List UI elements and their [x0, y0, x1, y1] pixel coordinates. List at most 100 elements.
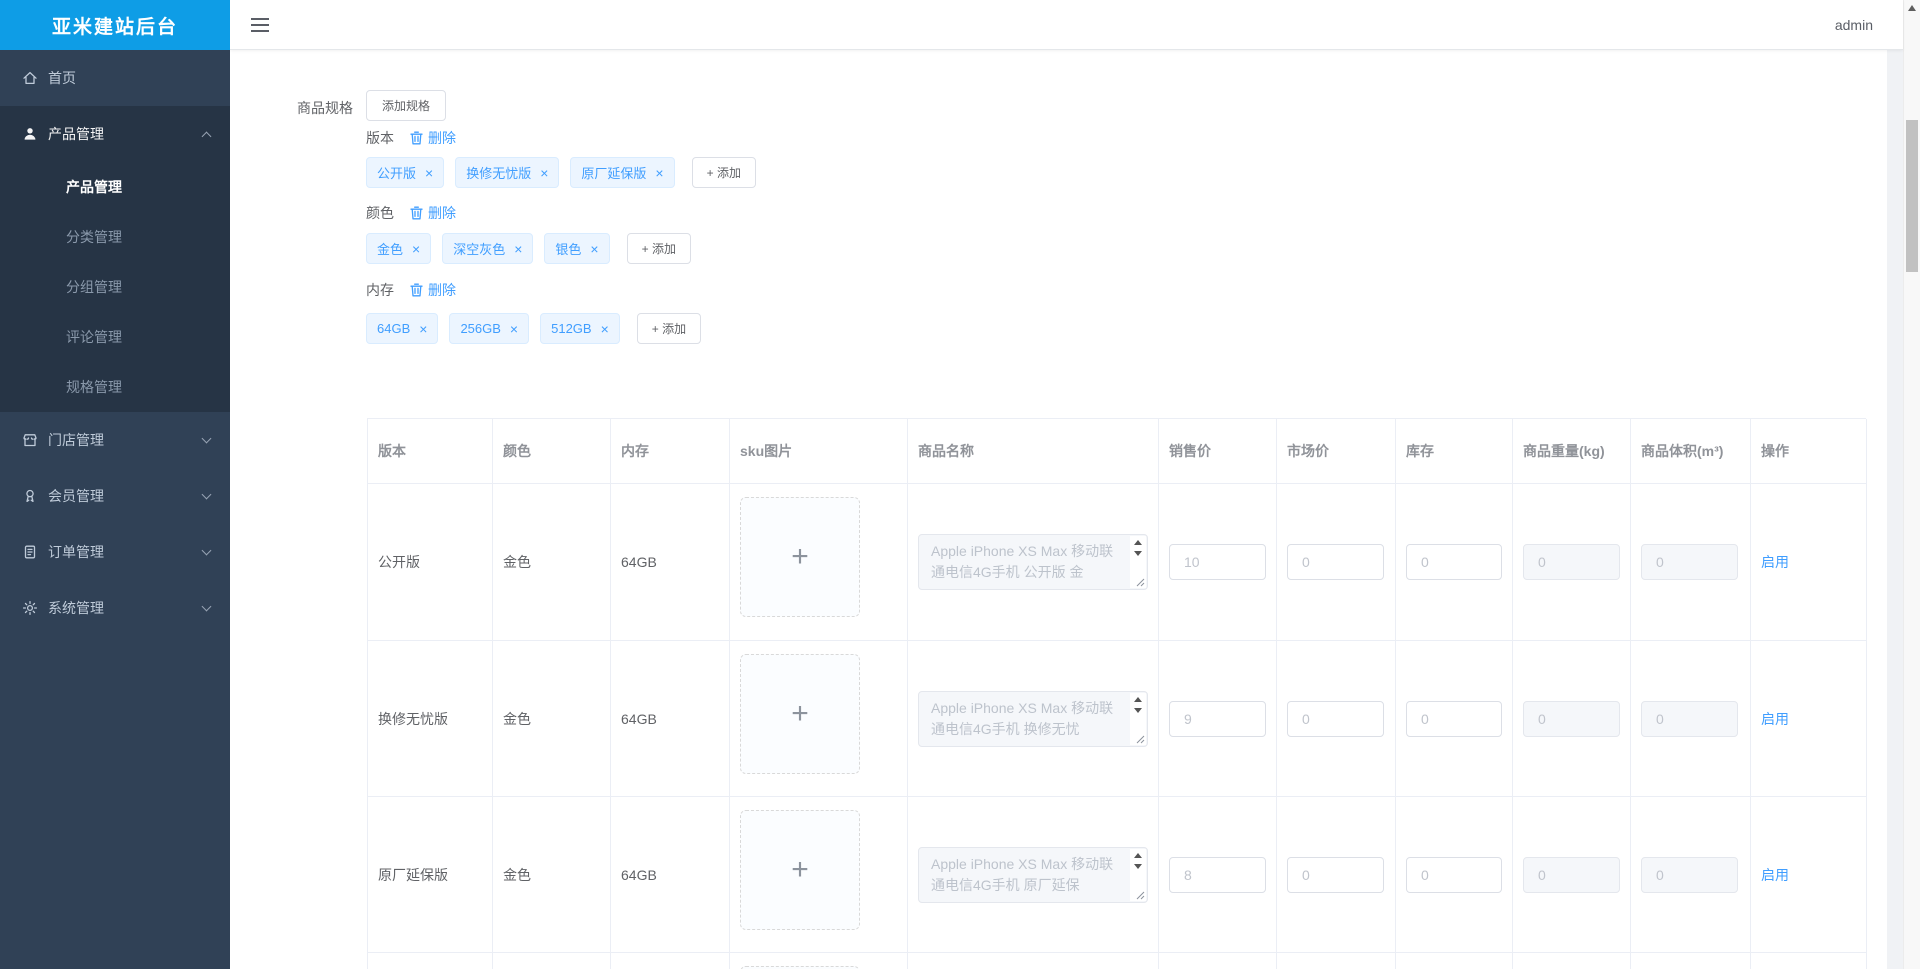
sidebar-subitem-spec-management[interactable]: 规格管理: [0, 362, 230, 412]
spec-row-color: 颜色 删除: [366, 203, 456, 223]
product-name-text: Apple iPhone XS Max 移动联通电信4G手机 换修无忧: [931, 699, 1114, 737]
sku-table: 版本 颜色 内存 sku图片 商品名称 销售价 市场价 库存 商品重量(kg) …: [367, 418, 1867, 969]
tag-close-icon[interactable]: ×: [514, 242, 522, 256]
tag-close-icon[interactable]: ×: [419, 322, 427, 336]
table-row: 原厂延保版 金色 64GB + Apple iPhone XS Max 移动联通…: [368, 797, 1867, 953]
tag-label: 64GB: [377, 321, 411, 336]
cell-weight: 0: [1513, 641, 1631, 797]
weight-input: 0: [1523, 700, 1620, 737]
sidebar-subitem-category-management[interactable]: 分类管理: [0, 212, 230, 262]
plus-icon: +: [791, 853, 809, 886]
market-price-input[interactable]: 0: [1287, 700, 1384, 737]
market-price-input[interactable]: 0: [1287, 544, 1384, 580]
cell-sale-price: [1159, 953, 1277, 969]
tag-close-icon[interactable]: ×: [590, 242, 598, 256]
sidebar-item-product-management[interactable]: 产品管理: [0, 106, 230, 162]
product-name-textarea[interactable]: Apple iPhone XS Max 移动联通电信4G手机 换修无忧: [918, 690, 1148, 747]
scrollbar-thumb[interactable]: [1906, 120, 1918, 272]
table-header-row: 版本 颜色 内存 sku图片 商品名称 销售价 市场价 库存 商品重量(kg) …: [368, 419, 1867, 484]
gear-icon: [22, 600, 38, 616]
tag-close-icon[interactable]: ×: [601, 322, 609, 336]
delete-spec-button[interactable]: 删除: [410, 203, 456, 223]
sku-upload-button[interactable]: +: [740, 654, 860, 774]
cell-action: [1751, 953, 1867, 969]
sidebar-subitem-product-management[interactable]: 产品管理: [0, 162, 230, 212]
cell-memory: 64GB: [611, 641, 730, 797]
cell-market-price: 0: [1277, 641, 1396, 797]
spec-tag: 公开版 ×: [366, 157, 445, 188]
stock-input[interactable]: 0: [1406, 856, 1502, 893]
delete-label: 删除: [428, 205, 456, 221]
cell-action: 启用: [1751, 641, 1867, 797]
chevron-down-icon: [201, 545, 212, 555]
market-price-input[interactable]: 0: [1287, 856, 1384, 893]
tag-label: 金色: [377, 242, 404, 257]
sidebar-item-order-management[interactable]: 订单管理: [0, 524, 230, 580]
cell-sku-image: +: [730, 641, 908, 797]
add-tag-button[interactable]: + 添加: [636, 313, 702, 344]
chevron-down-icon: [201, 489, 212, 499]
window-scrollbar[interactable]: [1903, 0, 1920, 969]
scroll-down-icon: [1134, 863, 1142, 869]
sidebar-item-label: 首页: [48, 70, 76, 86]
sku-upload-button[interactable]: +: [740, 497, 860, 617]
sku-upload-button[interactable]: +: [740, 810, 860, 930]
stock-input[interactable]: 0: [1406, 544, 1502, 580]
spec-name: 内存: [366, 282, 394, 298]
sidebar-subitem-group-management[interactable]: 分组管理: [0, 262, 230, 312]
member-icon: [22, 488, 38, 504]
delete-spec-button[interactable]: 删除: [410, 128, 456, 148]
sidebar-item-member-management[interactable]: 会员管理: [0, 468, 230, 524]
enable-link[interactable]: 启用: [1761, 552, 1789, 572]
scrollbar-up-arrow-icon[interactable]: [1908, 5, 1916, 11]
cell-product-name: [908, 953, 1159, 969]
tag-close-icon[interactable]: ×: [655, 166, 663, 180]
add-tag-button[interactable]: + 添加: [626, 233, 691, 264]
sidebar-subitem-comment-management[interactable]: 评论管理: [0, 312, 230, 362]
product-name-textarea[interactable]: Apple iPhone XS Max 移动联通电信4G手机 公开版 金: [918, 534, 1148, 590]
weight-input: 0: [1523, 544, 1620, 580]
cell-sku-image: +: [730, 953, 908, 969]
topbar: admin: [230, 0, 1903, 50]
add-tag-button[interactable]: + 添加: [691, 157, 756, 188]
sidebar-item-home[interactable]: 首页: [0, 50, 230, 106]
enable-link[interactable]: 启用: [1761, 865, 1789, 885]
column-header: 商品体积(m³): [1631, 419, 1751, 484]
stock-input[interactable]: 0: [1406, 700, 1502, 737]
delete-label: 删除: [428, 282, 456, 298]
sidebar-item-system-management[interactable]: 系统管理: [0, 580, 230, 636]
product-name-textarea[interactable]: Apple iPhone XS Max 移动联通电信4G手机 原厂延保: [918, 846, 1148, 903]
cell-version: 公开版: [368, 484, 493, 641]
username[interactable]: admin: [1835, 0, 1873, 50]
product-spec-label: 商品规格: [297, 100, 353, 116]
spec-values-memory: 64GB × 256GB × 512GB × + 添加: [366, 313, 702, 344]
resize-grip-icon: [1136, 735, 1145, 743]
tag-close-icon[interactable]: ×: [425, 166, 433, 180]
cell-volume: 0: [1631, 484, 1751, 641]
cell-volume: 0: [1631, 641, 1751, 797]
hamburger-menu-icon[interactable]: [251, 17, 269, 32]
scroll-up-icon: [1134, 540, 1142, 545]
spec-tag: 深空灰色 ×: [442, 233, 534, 264]
spec-tag: 银色 ×: [544, 233, 610, 264]
delete-spec-button[interactable]: 删除: [410, 280, 456, 300]
cell-action: 启用: [1751, 797, 1867, 953]
textarea-scrollbar: [1130, 536, 1146, 588]
table-row-partial: +: [368, 953, 1867, 969]
page: 亚米建站后台 首页 产品管理 产品管理 分类管理 分组管理 评论管理 规格管理: [0, 0, 1920, 969]
tag-close-icon[interactable]: ×: [510, 322, 518, 336]
sidebar-item-store-management[interactable]: 门店管理: [0, 412, 230, 468]
tag-close-icon[interactable]: ×: [412, 242, 420, 256]
sale-price-input[interactable]: 10: [1169, 544, 1266, 580]
enable-link[interactable]: 启用: [1761, 709, 1789, 729]
cell-version: 换修无忧版: [368, 641, 493, 797]
sale-price-input[interactable]: 9: [1169, 700, 1266, 737]
tag-close-icon[interactable]: ×: [540, 166, 548, 180]
cell-color: 金色: [493, 484, 611, 641]
table-row: 换修无忧版 金色 64GB + Apple iPhone XS Max 移动联通…: [368, 641, 1867, 797]
scroll-up-icon: [1134, 696, 1142, 702]
add-spec-button[interactable]: 添加规格: [366, 90, 447, 121]
volume-input: 0: [1641, 856, 1738, 893]
cell-stock: [1396, 953, 1513, 969]
sale-price-input[interactable]: 8: [1169, 856, 1266, 893]
